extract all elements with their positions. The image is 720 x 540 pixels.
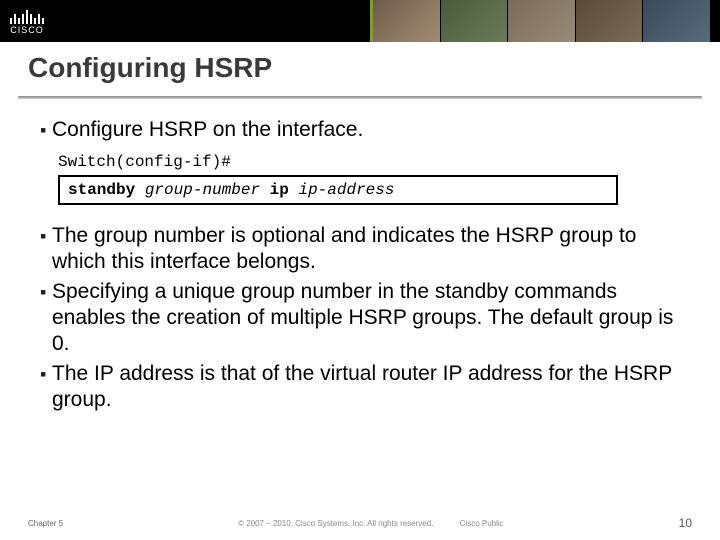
bullet-text: Specifying a unique group number in the …	[52, 279, 680, 357]
bullet-item: ▪ The group number is optional and indic…	[40, 223, 680, 275]
bullet-item: ▪ The IP address is that of the virtual …	[40, 361, 680, 413]
footer-page-number: 10	[679, 516, 692, 530]
bullet-text: The IP address is that of the virtual ro…	[52, 361, 680, 413]
footer-copyright: © 2007 – 2010, Cisco Systems, Inc. All r…	[238, 519, 433, 528]
intro-bullet-text: Configure HSRP on the interface.	[52, 117, 363, 143]
cli-arg-group-number: group-number	[145, 181, 260, 199]
intro-bullet: ▪ Configure HSRP on the interface.	[40, 117, 680, 143]
slide-footer: Chapter 5 © 2007 – 2010, Cisco Systems, …	[0, 516, 720, 530]
footer-classification: Cisco Public	[460, 519, 504, 528]
cli-keyword-ip: ip	[270, 181, 289, 199]
cli-keyword-standby: standby	[68, 181, 135, 199]
cli-arg-ip-address: ip-address	[298, 181, 394, 199]
cisco-logo-text: CISCO	[10, 25, 44, 35]
bullet-icon: ▪	[40, 117, 52, 143]
bullet-item: ▪ Specifying a unique group number in th…	[40, 279, 680, 357]
header-bar: CISCO	[0, 0, 720, 42]
footer-chapter: Chapter 5	[28, 519, 63, 528]
header-photo-strip	[370, 0, 710, 42]
bullet-text: The group number is optional and indicat…	[52, 223, 680, 275]
slide-content: ▪ Configure HSRP on the interface. Switc…	[0, 99, 720, 413]
title-area: Configuring HSRP	[0, 42, 720, 90]
cli-command-box: standby group-number ip ip-address	[58, 175, 618, 205]
cli-prompt: Switch(config-if)#	[58, 153, 680, 171]
cisco-logo-bars	[10, 8, 44, 24]
cisco-logo: CISCO	[10, 8, 44, 35]
bullet-icon: ▪	[40, 279, 52, 305]
bullet-icon: ▪	[40, 361, 52, 387]
footer-center: © 2007 – 2010, Cisco Systems, Inc. All r…	[63, 519, 679, 528]
bullet-icon: ▪	[40, 223, 52, 249]
slide-title: Configuring HSRP	[28, 52, 692, 84]
